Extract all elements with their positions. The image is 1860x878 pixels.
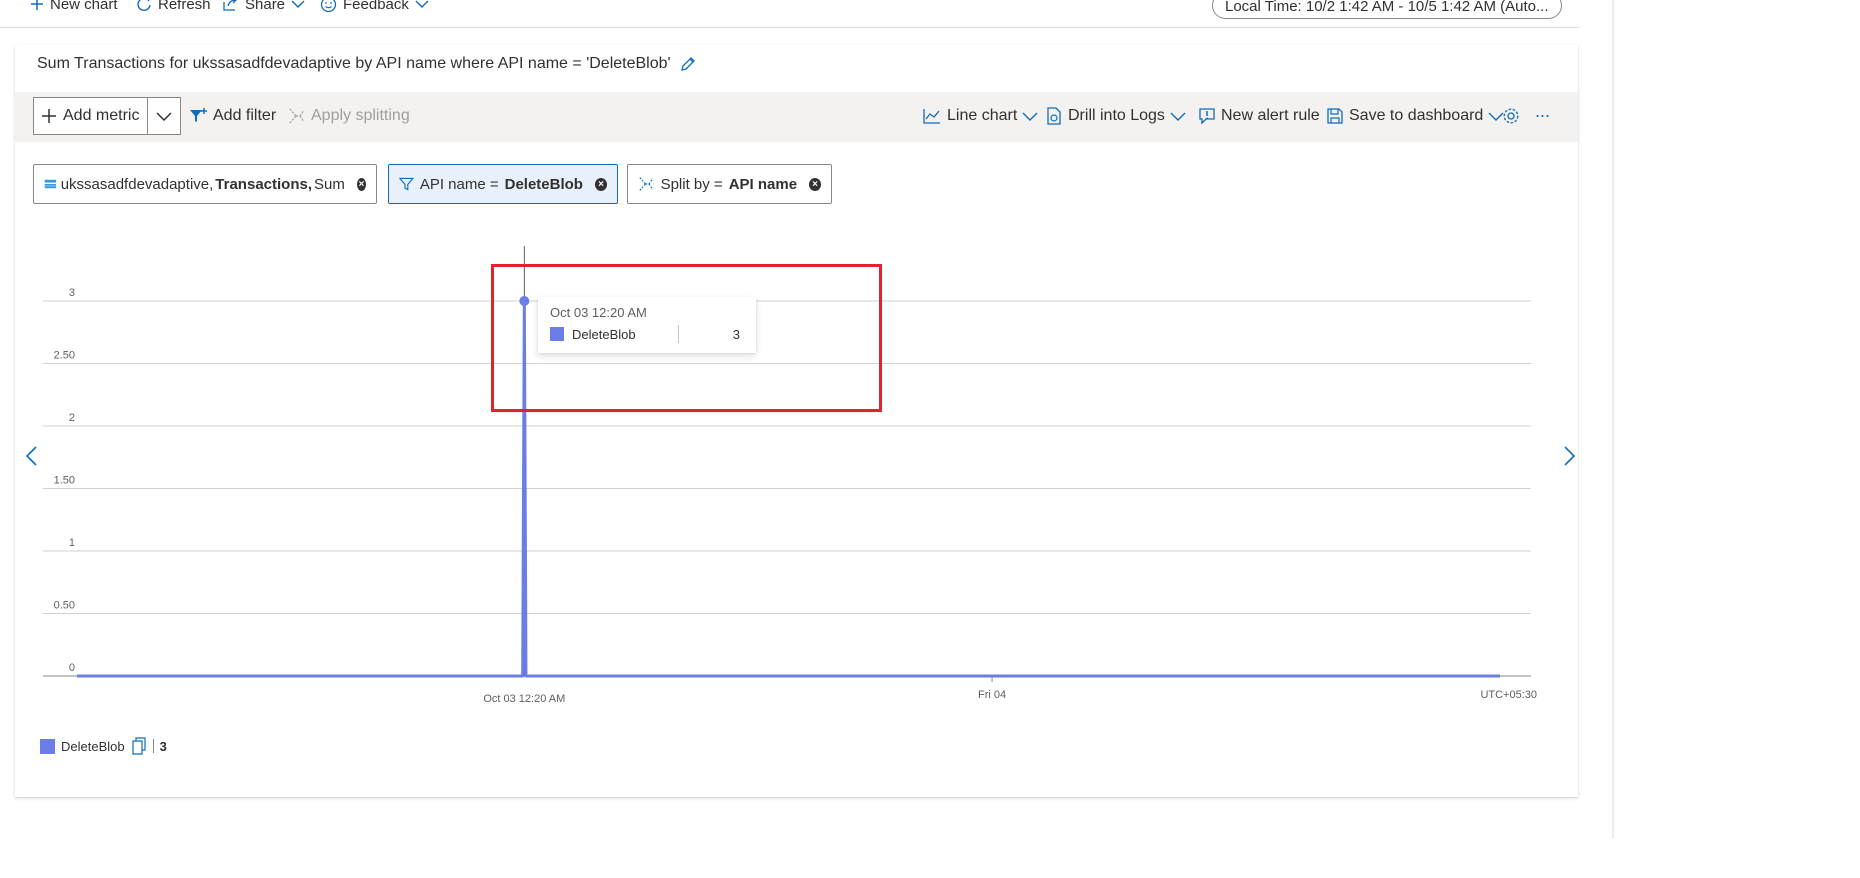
chart-legend[interactable]: DeleteBlob 3 xyxy=(40,737,167,755)
y-tick-label: 2.50 xyxy=(54,350,75,362)
pan-right-button[interactable] xyxy=(1563,445,1577,474)
chevron-right-icon xyxy=(1564,446,1576,466)
pane-divider xyxy=(1612,0,1614,838)
legend-series-name: DeleteBlob xyxy=(61,738,125,754)
x-tick-label: Oct 03 12:20 AM xyxy=(483,693,565,705)
legend-separator xyxy=(152,739,154,753)
y-tick-label: 1 xyxy=(69,537,75,549)
pan-left-button[interactable] xyxy=(24,445,38,474)
y-tick-label: 1.50 xyxy=(54,475,75,487)
y-tick-label: 0.50 xyxy=(54,600,75,612)
x-tick-label: Fri 04 xyxy=(978,689,1006,701)
y-tick-label: 2 xyxy=(69,412,75,424)
legend-value: 3 xyxy=(159,738,167,754)
timezone-label: UTC+05:30 xyxy=(1480,689,1537,701)
y-tick-label: 3 xyxy=(69,287,75,299)
highlight-annotation-box xyxy=(491,264,882,412)
legend-swatch xyxy=(40,738,55,754)
chevron-left-icon xyxy=(25,446,37,466)
y-tick-label: 0 xyxy=(69,662,75,674)
copy-icon[interactable] xyxy=(131,737,147,755)
